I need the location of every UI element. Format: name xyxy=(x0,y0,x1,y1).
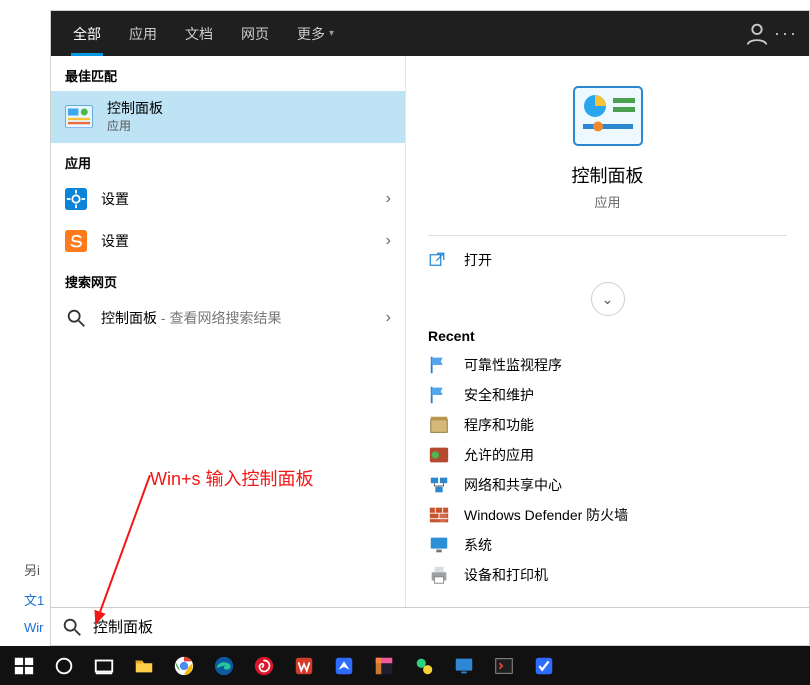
tab-apps[interactable]: 应用 xyxy=(115,11,171,56)
flag-icon xyxy=(428,355,450,375)
background-text-2: 文1 xyxy=(24,590,44,609)
best-match-item[interactable]: 控制面板 应用 xyxy=(51,91,405,143)
chevron-right-icon: › xyxy=(386,232,391,250)
computer-icon xyxy=(428,535,450,555)
open-icon xyxy=(428,251,450,269)
search-filter-tabs: 全部 应用 文档 网页 更多 ▾ xyxy=(59,11,348,56)
recent-item-reliability[interactable]: 可靠性监视程序 xyxy=(406,350,809,380)
recent-item-label: 设备和打印机 xyxy=(464,565,548,585)
tab-docs[interactable]: 文档 xyxy=(171,11,227,56)
box-icon xyxy=(428,415,450,435)
recent-header: Recent xyxy=(406,328,809,350)
tab-more-label: 更多 xyxy=(297,24,325,44)
taskbar-feishu[interactable] xyxy=(324,646,364,685)
app-item-label: 设置 xyxy=(101,232,386,251)
task-view-button[interactable] xyxy=(84,646,124,685)
taskbar-remote-desktop[interactable] xyxy=(444,646,484,685)
brick-wall-icon xyxy=(428,505,450,525)
more-options-icon[interactable]: ··· xyxy=(771,23,801,44)
best-match-subtitle: 应用 xyxy=(107,118,391,134)
taskbar-file-explorer[interactable] xyxy=(124,646,164,685)
chevron-right-icon: › xyxy=(386,190,391,208)
printer-icon xyxy=(428,565,450,585)
flag-icon xyxy=(428,385,450,405)
recent-item-allowed-apps[interactable]: 允许的应用 xyxy=(406,440,809,470)
search-top-bar: 全部 应用 文档 网页 更多 ▾ ··· xyxy=(51,11,809,56)
control-panel-icon xyxy=(65,103,93,131)
recent-item-label: 可靠性监视程序 xyxy=(464,355,562,375)
taskbar-terminal[interactable] xyxy=(484,646,524,685)
control-panel-icon-large xyxy=(573,86,643,146)
recent-item-system[interactable]: 系统 xyxy=(406,530,809,560)
recent-item-label: 允许的应用 xyxy=(464,445,534,465)
search-icon xyxy=(65,307,87,329)
search-input[interactable] xyxy=(91,617,799,636)
recent-item-label: 系统 xyxy=(464,535,492,555)
open-action[interactable]: 打开 xyxy=(406,242,809,278)
chevron-down-icon: ⌄ xyxy=(602,291,614,308)
taskbar xyxy=(0,646,810,685)
result-preview-panel: 控制面板 应用 打开 ⌄ Recent 可靠性监视程序 安全和维护 xyxy=(406,56,809,607)
recent-item-label: 安全和维护 xyxy=(464,385,534,405)
preview-title: 控制面板 xyxy=(572,162,644,188)
recent-item-network-sharing[interactable]: 网络和共享中心 xyxy=(406,470,809,500)
windows-search-panel: 全部 应用 文档 网页 更多 ▾ ··· 最佳匹配 控制面板 应 xyxy=(50,10,810,646)
tab-web[interactable]: 网页 xyxy=(227,11,283,56)
network-icon xyxy=(428,475,450,495)
search-web-text: 控制面板 - 查看网络搜索结果 xyxy=(101,309,386,328)
recent-item-programs[interactable]: 程序和功能 xyxy=(406,410,809,440)
expand-button[interactable]: ⌄ xyxy=(591,282,625,316)
preview-subtitle: 应用 xyxy=(594,192,620,211)
tab-all[interactable]: 全部 xyxy=(59,11,115,56)
app-item-settings-1[interactable]: 设置 › xyxy=(51,178,405,220)
taskbar-edge[interactable] xyxy=(204,646,244,685)
cortana-button[interactable] xyxy=(44,646,84,685)
search-icon xyxy=(61,616,83,638)
recent-item-security[interactable]: 安全和维护 xyxy=(406,380,809,410)
search-web-item[interactable]: 控制面板 - 查看网络搜索结果 › xyxy=(51,297,405,339)
taskbar-todo[interactable] xyxy=(524,646,564,685)
search-input-bar xyxy=(51,607,809,645)
account-icon[interactable] xyxy=(743,20,771,48)
firewall-app-icon xyxy=(428,445,450,465)
best-match-header: 最佳匹配 xyxy=(51,56,405,91)
taskbar-chrome[interactable] xyxy=(164,646,204,685)
sogou-icon xyxy=(65,230,87,252)
recent-item-label: Windows Defender 防火墙 xyxy=(464,505,628,525)
apps-header: 应用 xyxy=(51,143,405,178)
search-web-header: 搜索网页 xyxy=(51,262,405,297)
divider xyxy=(428,235,787,236)
best-match-title: 控制面板 xyxy=(107,99,391,118)
app-item-settings-2[interactable]: 设置 › xyxy=(51,220,405,262)
chevron-right-icon: › xyxy=(386,309,391,327)
recent-item-defender-firewall[interactable]: Windows Defender 防火墙 xyxy=(406,500,809,530)
recent-item-label: 程序和功能 xyxy=(464,415,534,435)
gear-icon xyxy=(65,188,87,210)
search-results-list: 最佳匹配 控制面板 应用 应用 设置 › xyxy=(51,56,406,607)
recent-item-devices-printers[interactable]: 设备和打印机 xyxy=(406,560,809,590)
recent-item-label: 网络和共享中心 xyxy=(464,475,562,495)
tab-more[interactable]: 更多 ▾ xyxy=(283,11,348,56)
taskbar-wps[interactable] xyxy=(284,646,324,685)
app-item-label: 设置 xyxy=(101,190,386,209)
taskbar-netease-music[interactable] xyxy=(244,646,284,685)
background-text-1: 另i xyxy=(24,560,40,579)
annotation-text: Win+s 输入控制面板 xyxy=(150,465,314,491)
open-label: 打开 xyxy=(464,250,492,270)
start-button[interactable] xyxy=(4,646,44,685)
background-text-3: Wir xyxy=(24,620,44,635)
taskbar-pycharm[interactable] xyxy=(404,646,444,685)
chevron-down-icon: ▾ xyxy=(329,28,334,39)
taskbar-intellij[interactable] xyxy=(364,646,404,685)
